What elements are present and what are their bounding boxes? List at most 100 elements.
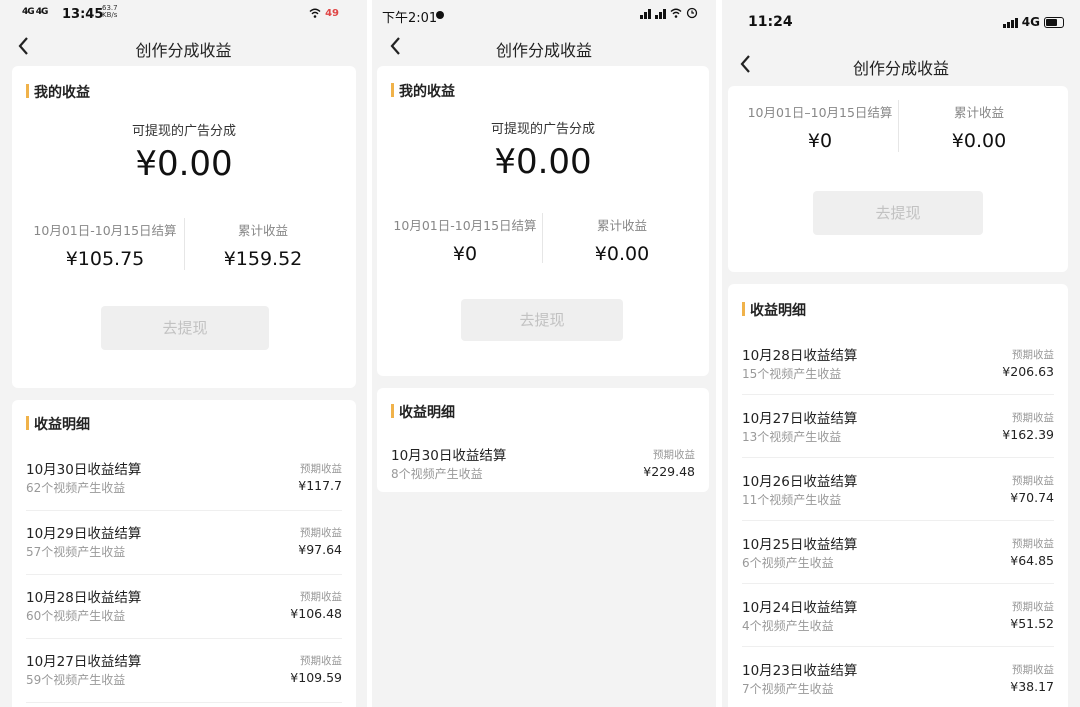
total-earnings: 累计收益 ¥159.52 bbox=[192, 220, 334, 270]
withdraw-button[interactable]: 去提现 bbox=[813, 191, 983, 235]
total-amount: ¥0.00 bbox=[951, 130, 1007, 152]
my-earnings-card: 10月01日–10月15日结算 ¥0 累计收益 ¥0.00 去提现 bbox=[728, 86, 1068, 272]
wifi-icon bbox=[670, 8, 682, 18]
row-title: 10月24日收益结算 bbox=[742, 600, 858, 616]
withdrawable-label: 可提现的广告分成 bbox=[490, 122, 595, 137]
page-title: 创作分成收益 bbox=[495, 41, 592, 60]
status-bar: 11:24 4G bbox=[722, 0, 1080, 40]
expected-amount: ¥229.48 bbox=[643, 464, 695, 479]
list-item[interactable]: 10月27日收益结算 13个视频产生收益 预期收益 ¥162.39 bbox=[742, 395, 1054, 458]
list-item[interactable]: 10月28日收益结算 60个视频产生收益 预期收益 ¥106.48 bbox=[26, 574, 342, 639]
row-title: 10月29日收益结算 bbox=[26, 526, 142, 542]
list-item[interactable]: 10月27日收益结算 59个视频产生收益 预期收益 ¥109.59 bbox=[26, 638, 342, 703]
page-title: 创作分成收益 bbox=[852, 59, 949, 78]
row-title: 10月30日收益结算 bbox=[391, 448, 507, 464]
status-right bbox=[640, 7, 698, 19]
expected-amount: ¥162.39 bbox=[1002, 427, 1054, 442]
period-settlement: 10月01日-10月15日结算 ¥0 bbox=[391, 215, 539, 265]
stat-divider bbox=[184, 218, 185, 270]
period-amount: ¥0 bbox=[807, 130, 833, 152]
nav-bar: 创作分成收益 bbox=[0, 28, 367, 64]
expected-label: 预期收益 bbox=[1012, 664, 1054, 676]
period-amount: ¥0 bbox=[452, 243, 478, 265]
row-title: 10月25日收益结算 bbox=[742, 537, 858, 553]
row-title: 10月28日收益结算 bbox=[26, 590, 142, 606]
total-label: 累计收益 bbox=[953, 105, 1004, 120]
expected-amount: ¥38.17 bbox=[1010, 679, 1054, 694]
row-subtitle: 11个视频产生收益 bbox=[742, 493, 842, 507]
expected-label: 预期收益 bbox=[300, 527, 342, 539]
section-title-my-earnings: 我的收益 bbox=[391, 81, 455, 101]
expected-amount: ¥70.74 bbox=[1010, 490, 1054, 505]
phone-screen-3: 11:24 4G 创作分成收益 10月01日–10月15日结算 ¥0 累计收益 … bbox=[722, 0, 1080, 707]
expected-amount: ¥64.85 bbox=[1010, 553, 1054, 568]
list-item[interactable]: 10月26日收益结算 11个视频产生收益 预期收益 ¥70.74 bbox=[742, 458, 1054, 521]
battery-level: 49 bbox=[325, 7, 339, 19]
row-title: 10月27日收益结算 bbox=[26, 654, 142, 670]
expected-label: 预期收益 bbox=[1012, 538, 1054, 550]
row-subtitle: 57个视频产生收益 bbox=[26, 545, 126, 559]
expected-amount: ¥117.7 bbox=[298, 478, 342, 493]
status-right: 4G bbox=[1002, 15, 1064, 29]
row-title: 10月30日收益结算 bbox=[26, 462, 142, 478]
expected-label: 预期收益 bbox=[300, 591, 342, 603]
withdraw-button[interactable]: 去提现 bbox=[101, 306, 269, 350]
net-speed-unit: KB/s bbox=[102, 11, 118, 19]
battery-icon bbox=[1044, 16, 1064, 28]
total-earnings: 累计收益 ¥0.00 bbox=[549, 215, 695, 265]
network-type: 4G bbox=[1021, 15, 1040, 29]
total-amount: ¥159.52 bbox=[223, 248, 303, 270]
withdraw-button[interactable]: 去提现 bbox=[461, 299, 623, 341]
status-time: 13:45 bbox=[62, 7, 104, 22]
page-title: 创作分成收益 bbox=[135, 41, 232, 60]
signal-bars-icon bbox=[640, 8, 651, 19]
stat-divider bbox=[898, 100, 899, 152]
signal-bars-icon bbox=[655, 8, 666, 19]
expected-amount: ¥206.63 bbox=[1002, 364, 1054, 379]
row-subtitle: 62个视频产生收益 bbox=[26, 481, 126, 495]
status-bar: 4G 4G 13:45 63.7 KB/s 49 bbox=[0, 0, 367, 28]
expected-amount: ¥106.48 bbox=[290, 606, 342, 621]
earnings-detail-card: 收益明细 10月30日收益结算 8个视频产生收益 预期收益 ¥229.48 bbox=[377, 388, 709, 492]
list-item[interactable]: 10月25日收益结算 6个视频产生收益 预期收益 ¥64.85 bbox=[742, 521, 1054, 584]
stat-divider bbox=[542, 213, 543, 263]
expected-label: 预期收益 bbox=[1012, 601, 1054, 613]
total-amount: ¥0.00 bbox=[594, 243, 650, 265]
list-item[interactable]: 10月29日收益结算 57个视频产生收益 预期收益 ¥97.64 bbox=[26, 510, 342, 575]
earnings-detail-card: 收益明细 10月30日收益结算 62个视频产生收益 预期收益 ¥117.7 10… bbox=[12, 400, 356, 707]
row-title: 10月23日收益结算 bbox=[742, 663, 858, 679]
expected-amount: ¥109.59 bbox=[290, 670, 342, 685]
total-label: 累计收益 bbox=[596, 218, 647, 233]
section-title-detail: 收益明细 bbox=[742, 300, 806, 320]
row-subtitle: 15个视频产生收益 bbox=[742, 367, 842, 381]
list-item[interactable]: 10月28日收益结算 15个视频产生收益 预期收益 ¥206.63 bbox=[742, 332, 1054, 395]
row-subtitle: 4个视频产生收益 bbox=[742, 619, 834, 633]
section-title-my-earnings: 我的收益 bbox=[26, 82, 90, 102]
my-earnings-card: 我的收益 可提现的广告分成 ¥0.00 10月01日-10月15日结算 ¥0 累… bbox=[377, 66, 709, 376]
row-title: 10月27日收益结算 bbox=[742, 411, 858, 427]
signal-bars-icon bbox=[1002, 17, 1018, 28]
row-subtitle: 7个视频产生收益 bbox=[742, 682, 834, 696]
period-label: 10月01日-10月15日结算 bbox=[33, 223, 177, 238]
expected-label: 预期收益 bbox=[300, 463, 342, 475]
row-subtitle: 6个视频产生收益 bbox=[742, 556, 834, 570]
expected-label: 预期收益 bbox=[1012, 475, 1054, 487]
row-title: 10月26日收益结算 bbox=[742, 474, 858, 490]
expected-label: 预期收益 bbox=[300, 655, 342, 667]
expected-amount: ¥97.64 bbox=[298, 542, 342, 557]
section-title-detail: 收益明细 bbox=[26, 414, 90, 434]
expected-label: 预期收益 bbox=[653, 449, 695, 461]
list-item[interactable]: 10月24日收益结算 4个视频产生收益 预期收益 ¥51.52 bbox=[742, 584, 1054, 647]
period-amount: ¥105.75 bbox=[65, 248, 145, 270]
period-label: 10月01日–10月15日结算 bbox=[747, 105, 893, 120]
row-subtitle: 60个视频产生收益 bbox=[26, 609, 126, 623]
list-item[interactable]: 10月30日收益结算 8个视频产生收益 预期收益 ¥229.48 bbox=[391, 432, 695, 496]
nav-bar: 创作分成收益 bbox=[722, 46, 1080, 82]
alarm-icon bbox=[686, 7, 698, 19]
list-item[interactable]: 10月23日收益结算 7个视频产生收益 预期收益 ¥38.17 bbox=[742, 647, 1054, 707]
status-right: 49 bbox=[309, 7, 339, 19]
section-title-detail: 收益明细 bbox=[391, 402, 455, 422]
withdrawable-amount: ¥0.00 bbox=[135, 144, 233, 184]
list-item[interactable]: 10月30日收益结算 62个视频产生收益 预期收益 ¥117.7 bbox=[26, 446, 342, 511]
row-subtitle: 13个视频产生收益 bbox=[742, 430, 842, 444]
